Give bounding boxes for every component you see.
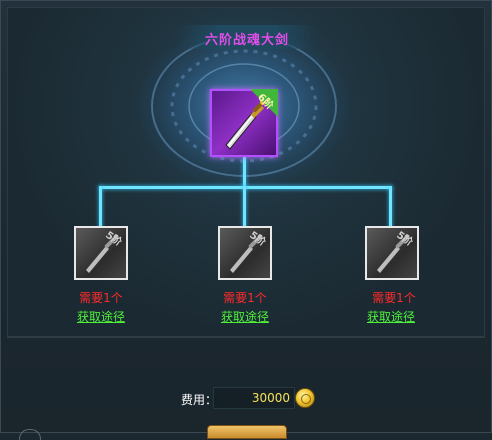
synthesize-button[interactable] — [207, 425, 287, 439]
target-item-slot[interactable]: 6阶 — [210, 89, 278, 157]
synthesis-panel: 六阶战魂大剑 6阶 5阶 需要1个 获取途径 5阶 需要1个 获取途径 5阶 需… — [0, 0, 492, 440]
section-divider — [7, 337, 485, 338]
material-3-get-link[interactable]: 获取途径 — [351, 308, 431, 325]
connector-right — [389, 186, 392, 228]
item-title: 六阶战魂大剑 — [204, 33, 289, 48]
material-slot-2[interactable]: 5阶 — [218, 226, 272, 280]
connector-left — [99, 186, 102, 228]
material-slot-1[interactable]: 5阶 — [74, 226, 128, 280]
connector-stem — [243, 157, 246, 187]
gold-coin-icon — [295, 388, 315, 408]
material-2-get-link[interactable]: 获取途径 — [205, 308, 285, 325]
material-1-need: 需要1个 — [79, 291, 123, 305]
connector-middle — [243, 186, 246, 228]
material-2-need: 需要1个 — [223, 291, 267, 305]
cost-value: 30000 — [251, 391, 290, 405]
corner-ornament — [19, 429, 41, 440]
material-1-get-link[interactable]: 获取途径 — [61, 308, 141, 325]
material-3-need: 需要1个 — [372, 291, 416, 305]
cost-field: 30000 — [213, 387, 295, 409]
cost-label: 费用： — [181, 393, 218, 407]
material-slot-3[interactable]: 5阶 — [365, 226, 419, 280]
